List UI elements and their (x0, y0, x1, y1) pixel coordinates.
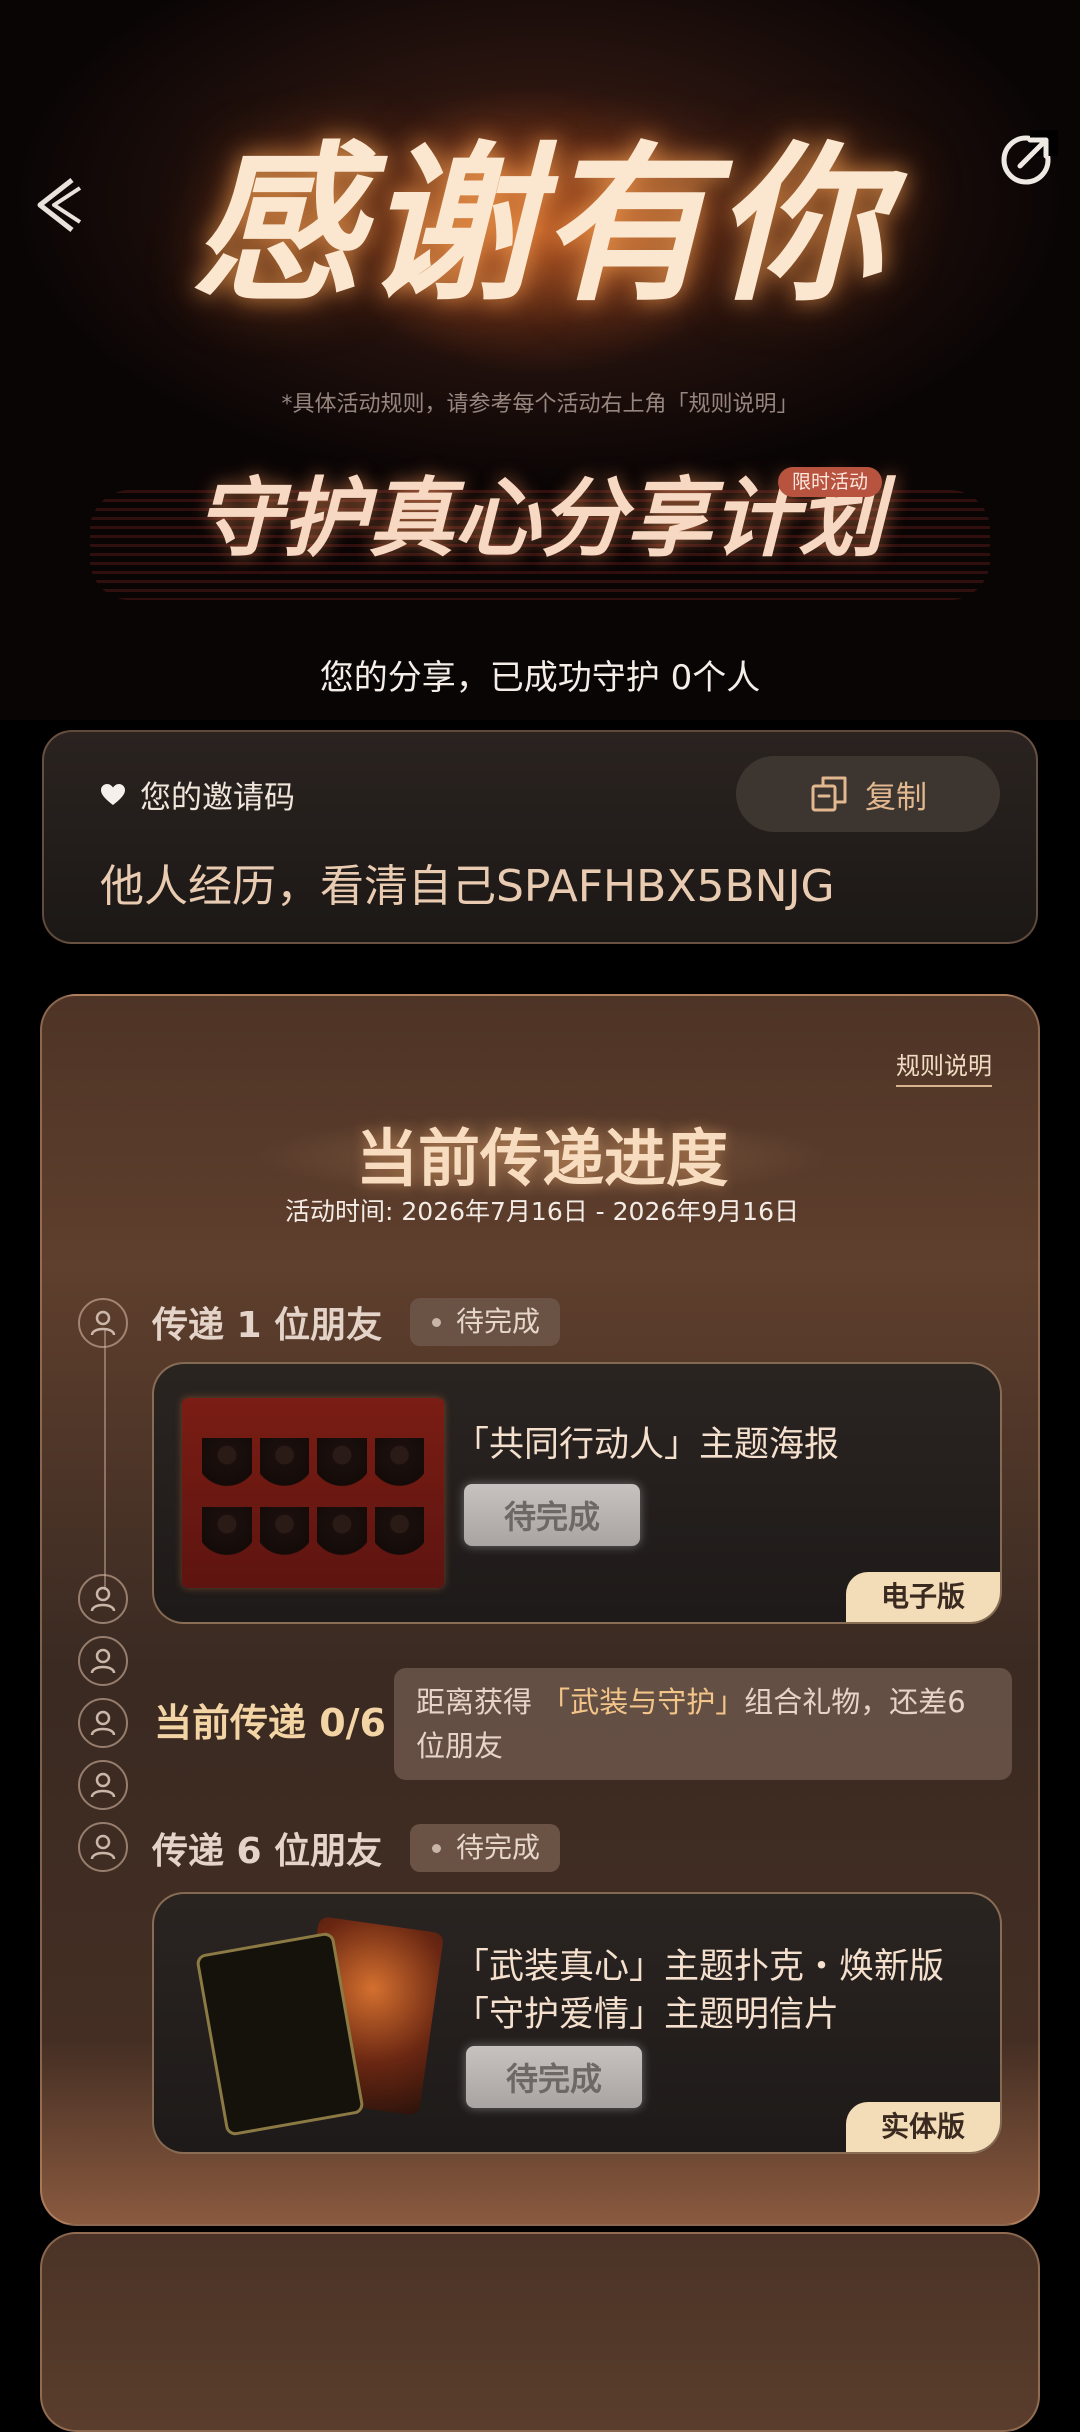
step-connector-line (104, 1328, 106, 1590)
current-progress-label: 当前传递 0/6 (154, 1701, 386, 1745)
reward-1-edition-tag: 电子版 (846, 1572, 1000, 1622)
reward-card-2: 「武装真心」主题扑克・焕新版 「守护爱情」主题明信片 待完成 实体版 (152, 1892, 1002, 2154)
reward-2-line-2: 「守护爱情」主题明信片 (454, 1995, 840, 2035)
status-dot (432, 1318, 441, 1327)
status-dot (432, 1844, 441, 1853)
user-circle-icon (78, 1698, 128, 1748)
user-circle-icon (78, 1822, 128, 1872)
poker-card-image (195, 1916, 445, 2137)
tip-highlight: 「武装与守护」 (541, 1685, 745, 1719)
step-6-status-tag: 待完成 (410, 1824, 561, 1872)
invite-code: 他人经历，看清自己SPAFHBX5BNJG (100, 861, 835, 912)
step-6-title: 传递 6 位朋友 (152, 1831, 383, 1872)
hero-banner: 感谢有你 *具体活动规则，请参考每个活动右上角「规则说明」 守护真心分享计划 限… (0, 0, 1080, 720)
reward-card-1: 「共同行动人」主题海报 待完成 电子版 (152, 1362, 1002, 1624)
heart-icon (100, 782, 126, 808)
hero-note: *具体活动规则，请参考每个活动右上角「规则说明」 (281, 392, 799, 417)
user-circle-icon (78, 1636, 128, 1686)
user-circle-icon (78, 1760, 128, 1810)
copy-button[interactable]: 复制 (736, 756, 1000, 832)
hero-title: 感谢有你 (191, 125, 888, 325)
next-section-card (40, 2232, 1040, 2432)
invite-label: 您的邀请码 (140, 780, 295, 816)
invite-label-row: 您的邀请码 (100, 772, 295, 817)
user-circle-icon (78, 1574, 128, 1624)
step-1-title: 传递 1 位朋友 (152, 1305, 383, 1346)
rules-link[interactable]: 规则说明 (896, 1046, 992, 1087)
progress-date: 活动时间: 2026年7月16日 - 2026年9月16日 (285, 1197, 799, 1226)
step-1-status: 待完成 (456, 1305, 541, 1338)
copy-label: 复制 (865, 779, 927, 816)
share-status: 您的分享，已成功守护 0个人 (319, 658, 761, 698)
user-circle-icon (78, 1298, 128, 1348)
reward-2-edition-tag: 实体版 (846, 2102, 1000, 2152)
poster-image (182, 1398, 444, 1588)
step-1-status-tag: 待完成 (410, 1298, 561, 1346)
reward-2-pending-button[interactable]: 待完成 (466, 2046, 642, 2108)
current-progress-tip: 距离获得 「武装与守护」组合礼物，还差6位朋友 (394, 1668, 1012, 1780)
tip-prefix: 距离获得 (416, 1685, 542, 1719)
progress-card: 规则说明 当前传递进度 活动时间: 2026年7月16日 - 2026年9月16… (40, 994, 1040, 2226)
progress-title: 当前传递进度 (355, 1122, 728, 1195)
step-6-status: 待完成 (456, 1831, 541, 1864)
limited-badge: 限时活动 (778, 467, 883, 497)
campaign-title: 守护真心分享计划 (196, 468, 884, 569)
poster-figures (202, 1438, 424, 1568)
invite-code-card: 您的邀请码 复制 他人经历，看清自己SPAFHBX5BNJG (42, 730, 1038, 944)
reward-1-pending-button[interactable]: 待完成 (464, 1484, 640, 1546)
reward-2-line-1: 「武装真心」主题扑克・焕新版 (454, 1947, 945, 1987)
copy-icon (811, 776, 847, 812)
reward-1-line-1: 「共同行动人」主题海报 (454, 1425, 840, 1465)
